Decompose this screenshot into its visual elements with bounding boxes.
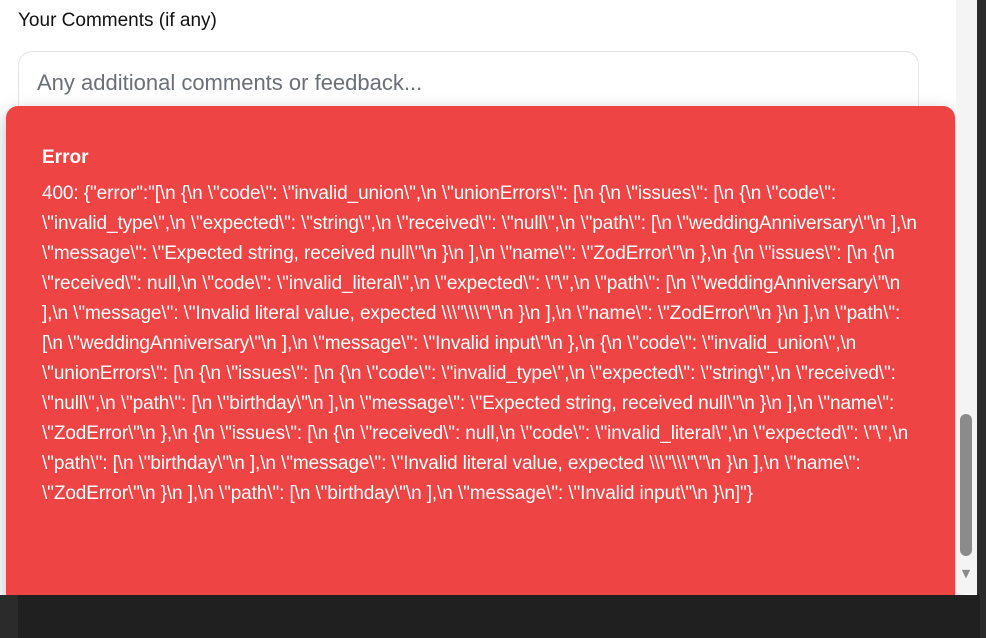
window-edge [977, 0, 986, 595]
chevron-down-icon[interactable]: ▼ [960, 568, 972, 579]
bottom-bar-panel [18, 595, 980, 638]
scrollbar-thumb[interactable] [960, 414, 972, 556]
bottom-bar [0, 595, 986, 638]
error-toast-title: Error [42, 147, 89, 168]
page: Your Comments (if any) Error 400: {"erro… [0, 0, 986, 638]
error-toast-message: 400: {"error":"[\n {\n \"code\": \"inval… [42, 183, 917, 504]
error-toast: Error 400: {"error":"[\n {\n \"code\": \… [6, 106, 955, 606]
comments-label: Your Comments (if any) [18, 10, 217, 31]
